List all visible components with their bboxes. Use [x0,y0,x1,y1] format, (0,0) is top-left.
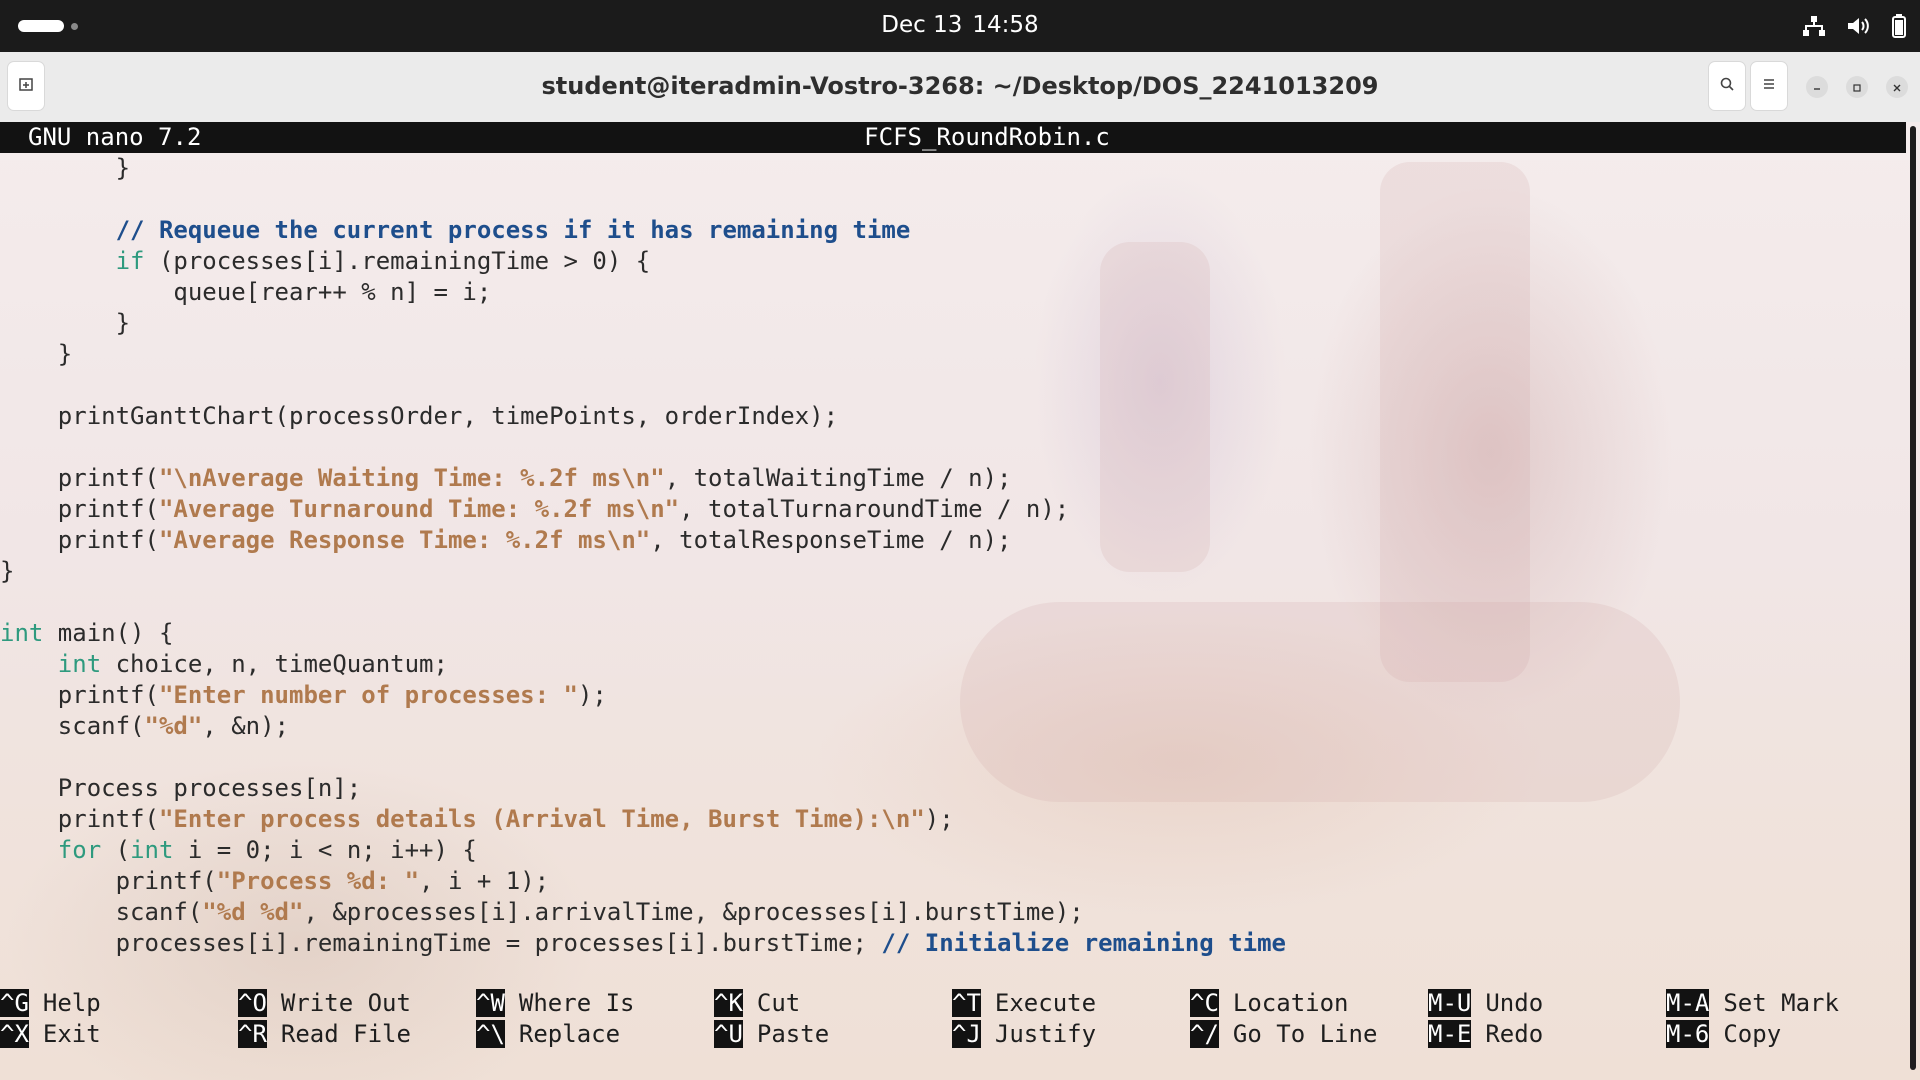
shortcut-justify[interactable]: ^J Justify [952,1019,1096,1050]
menu-icon [1761,76,1777,96]
network-icon[interactable] [1802,15,1826,37]
code-line: printf("Enter process details (Arrival T… [0,805,954,833]
battery-icon[interactable] [1892,14,1906,38]
code-line: scanf("%d %d", &processes[i].arrivalTime… [0,898,1084,926]
shortcut-exit[interactable]: ^X Exit [0,1019,101,1050]
shortcut-execute[interactable]: ^T Execute [952,988,1096,1019]
terminal-header-bar: student@iteradmin-Vostro-3268: ~/Desktop… [0,52,1920,123]
wallpaper-hill [960,602,1680,802]
code-line: // Requeue the current process if it has… [0,216,911,244]
shortcut-help[interactable]: ^G Help [0,988,101,1019]
code-line: printf("Enter number of processes: "); [0,681,607,709]
code-line: queue[rear++ % n] = i; [0,278,492,306]
code-line: } [0,340,73,368]
shortcut-replace[interactable]: ^\ Replace [476,1019,620,1050]
code-line: printf("Average Turnaround Time: %.2f ms… [0,495,1070,523]
clock-time: 14:58 [972,12,1039,38]
shortcut-paste[interactable]: ^U Paste [714,1019,829,1050]
system-top-bar: Dec 13 14:58 [0,0,1920,52]
menu-button[interactable] [1750,61,1788,111]
wallpaper-rock [1100,242,1210,572]
clock[interactable]: Dec 13 14:58 [0,12,1920,38]
shortcut-undo[interactable]: M-U Undo [1428,988,1543,1019]
code-line: printGanttChart(processOrder, timePoints… [0,402,839,430]
scrollbar-thumb[interactable] [1910,126,1916,1070]
close-button[interactable] [1886,76,1908,98]
terminal-area[interactable]: GNU nano 7.2 FCFS_RoundRobin.c } // Requ… [0,122,1920,1080]
shortcut-read-file[interactable]: ^R Read File [238,1019,411,1050]
shortcut-go-to-line[interactable]: ^/Go To Line [1190,1019,1377,1050]
maximize-button[interactable] [1846,76,1868,98]
volume-icon[interactable] [1846,15,1872,37]
nano-shortcut-bar: ^G Help ^X Exit ^O Write Out ^R Read File ^W… [0,988,1906,1050]
window-title: student@iteradmin-Vostro-3268: ~/Desktop… [541,72,1379,100]
search-icon [1719,76,1735,96]
system-tray[interactable] [1802,12,1906,40]
shortcut-write-out[interactable]: ^O Write Out [238,988,411,1019]
shortcut-copy[interactable]: M-6 Copy [1666,1019,1781,1050]
shortcut-set-mark[interactable]: M-A Set Mark [1666,988,1839,1019]
code-line: printf("\nAverage Waiting Time: %.2f ms\… [0,464,1012,492]
shortcut-location[interactable]: ^C Location [1190,988,1349,1019]
clock-date: Dec 13 [881,12,963,38]
code-line: int choice, n, timeQuantum; [57,650,448,678]
code-line: int main() { [0,619,174,647]
code-line: scanf("%d", &n); [0,712,289,740]
nano-filename: FCFS_RoundRobin.c [864,123,1110,151]
code-line: Process processes[n]; [0,774,362,802]
minimize-button[interactable] [1806,76,1828,98]
code-line: printf("Process %d: ", i + 1); [0,867,550,895]
nano-title-bar: GNU nano 7.2 FCFS_RoundRobin.c [0,122,1906,153]
code-line: } [0,309,131,337]
shortcut-cut[interactable]: ^K Cut [714,988,800,1019]
code-line: } [0,557,15,585]
minimize-icon [1812,78,1822,97]
maximize-icon [1852,78,1862,97]
code-line: printf("Average Response Time: %.2f ms\n… [0,526,1012,554]
search-button[interactable] [1708,61,1746,111]
code-line: } [0,154,131,182]
shortcut-redo[interactable]: M-E Redo [1428,1019,1543,1050]
terminal-scrollbar[interactable] [1906,122,1920,1080]
code-line: processes[i].remainingTime = processes[i… [0,929,1286,957]
close-icon [1892,78,1902,97]
shortcut-where-is[interactable]: ^W Where Is [476,988,635,1019]
code-line: if (processes[i].remainingTime > 0) { [0,247,651,275]
code-line: for (int i = 0; i < n; i++) { [57,836,477,864]
